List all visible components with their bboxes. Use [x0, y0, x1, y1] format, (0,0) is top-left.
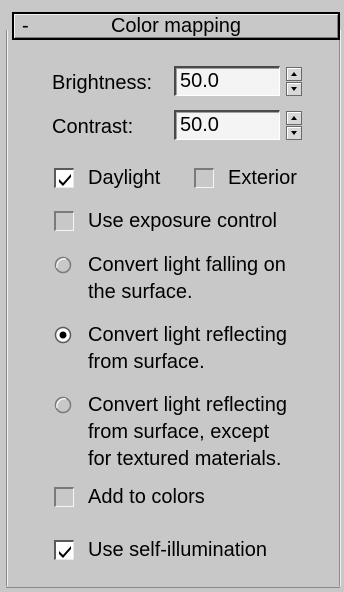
convert-light-falling-radio[interactable]	[54, 256, 72, 274]
rollout-title: Color mapping	[110, 15, 242, 37]
contrast-spin-up[interactable]	[286, 111, 302, 125]
use-exposure-control-label: Use exposure control	[88, 210, 277, 232]
convert-light-reflecting-except-line3: for textured materials.	[88, 448, 282, 470]
add-to-colors-label: Add to colors	[88, 486, 205, 508]
contrast-spinner[interactable]	[286, 111, 302, 141]
radio-unselected-icon	[54, 256, 72, 274]
convert-light-falling-line2: the surface.	[88, 281, 193, 303]
brightness-spinner[interactable]	[286, 67, 302, 97]
rollout-frame-bottom	[6, 587, 340, 588]
color-mapping-panel: - Color mapping Brightness: Contrast: Da…	[0, 0, 344, 592]
contrast-spin-down[interactable]	[286, 126, 302, 140]
brightness-field[interactable]	[174, 66, 280, 96]
use-exposure-control-checkbox[interactable]	[54, 211, 74, 231]
contrast-label: Contrast:	[52, 116, 134, 138]
daylight-checkbox[interactable]	[54, 168, 74, 188]
brightness-spin-up[interactable]	[286, 67, 302, 81]
convert-light-reflecting-except-line2: from surface, except	[88, 421, 270, 443]
check-icon	[59, 174, 71, 186]
convert-light-reflecting-radio[interactable]	[54, 326, 72, 344]
rollout-frame-left	[6, 30, 7, 586]
exterior-checkbox[interactable]	[194, 168, 214, 188]
color-mapping-rollout-header[interactable]: - Color mapping	[12, 12, 340, 40]
contrast-field[interactable]	[174, 110, 280, 140]
use-self-illumination-label: Use self-illumination	[88, 539, 267, 561]
convert-light-reflecting-except-line1: Convert light reflecting	[88, 394, 287, 416]
brightness-label: Brightness:	[52, 72, 153, 94]
spinner-up-arrow-icon	[291, 116, 297, 120]
contrast-input[interactable]	[176, 112, 276, 138]
brightness-spin-down[interactable]	[286, 82, 302, 96]
add-to-colors-checkbox[interactable]	[54, 487, 74, 507]
daylight-label: Daylight	[88, 167, 161, 189]
radio-selected-icon	[54, 326, 72, 344]
convert-light-reflecting-line1: Convert light reflecting	[88, 324, 287, 346]
rollout-frame-right	[339, 30, 340, 586]
brightness-input[interactable]	[176, 68, 276, 94]
spinner-down-arrow-icon	[291, 131, 297, 135]
convert-light-reflecting-line2: from surface.	[88, 351, 205, 373]
exterior-label: Exterior	[228, 167, 297, 189]
convert-light-reflecting-except-radio[interactable]	[54, 396, 72, 414]
use-self-illumination-checkbox[interactable]	[54, 540, 74, 560]
radio-unselected-icon	[54, 396, 72, 414]
convert-light-falling-line1: Convert light falling on	[88, 254, 286, 276]
check-icon	[59, 546, 71, 558]
spinner-down-arrow-icon	[291, 87, 297, 91]
spinner-up-arrow-icon	[291, 72, 297, 76]
